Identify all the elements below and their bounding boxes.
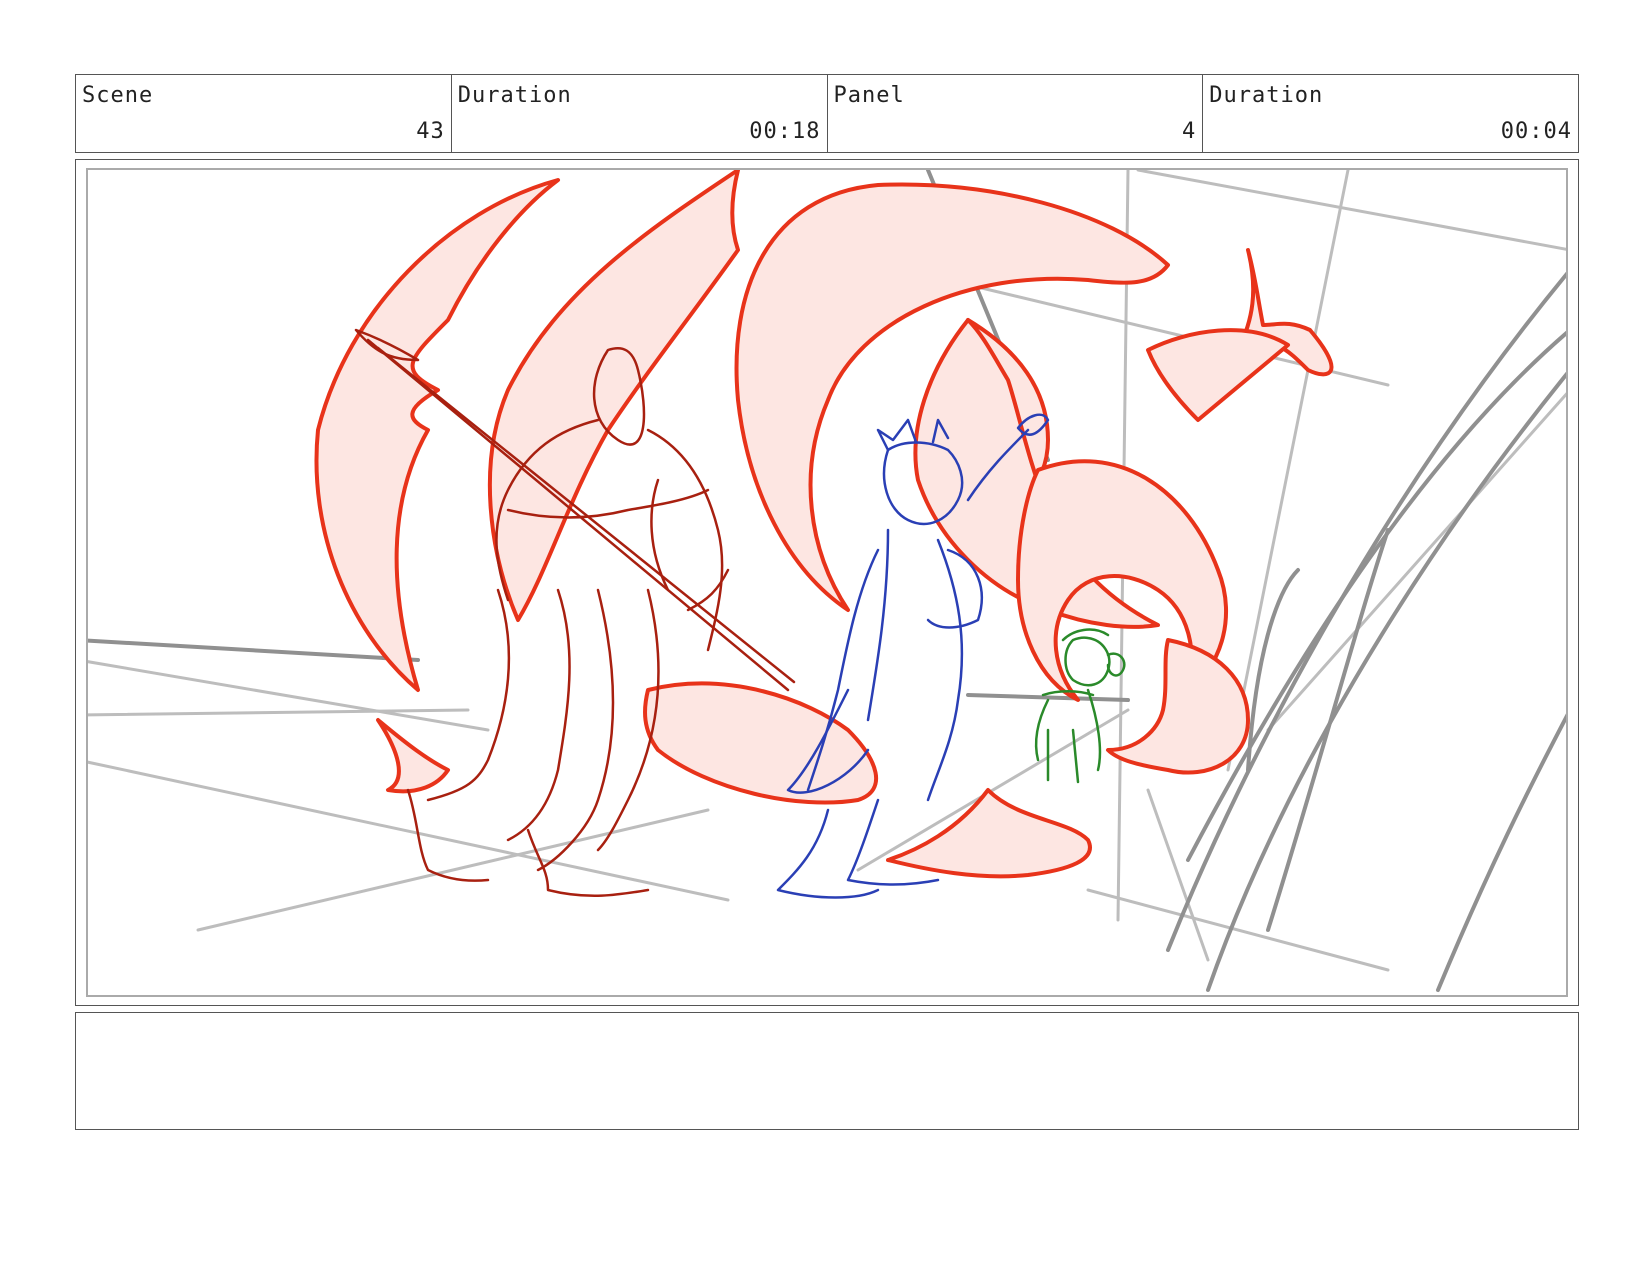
scene-number: 43 (416, 119, 445, 144)
panel-number: 4 (1182, 119, 1197, 144)
scene-duration-value: 00:18 (749, 119, 821, 144)
panel-duration-label: Duration (1209, 83, 1324, 108)
storyboard-sketch (88, 170, 1566, 992)
flame-effects (314, 170, 1334, 879)
scene-duration-cell: Duration 00:18 (452, 75, 828, 152)
panel-duration-value: 00:04 (1500, 119, 1572, 144)
panel-label: Panel (833, 83, 905, 108)
panel-cell: Panel 4 (828, 75, 1204, 152)
panel-duration-cell: Duration 00:04 (1203, 75, 1578, 152)
scene-cell: Scene 43 (76, 75, 452, 152)
panel-notes-box (75, 1012, 1579, 1130)
storyboard-header: Scene 43 Duration 00:18 Panel 4 Duration… (75, 74, 1579, 153)
scene-duration-label: Duration (457, 83, 572, 108)
panel-drawing-area (86, 168, 1568, 997)
scene-label: Scene (82, 83, 154, 108)
panel-frame (75, 159, 1579, 1006)
